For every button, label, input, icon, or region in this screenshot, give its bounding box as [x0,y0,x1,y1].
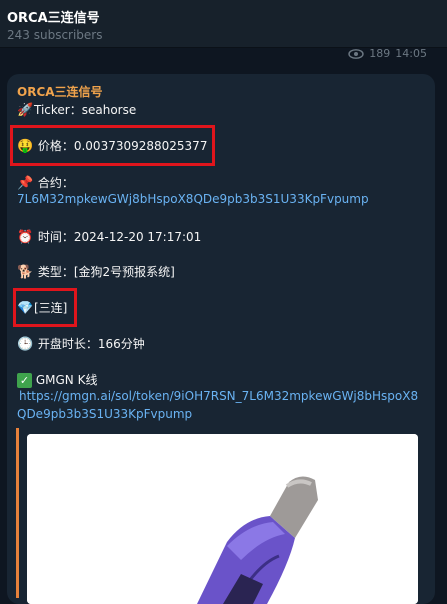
type-label: 类型： [37,265,74,279]
eye-icon [348,48,364,59]
time-value: 2024-12-20 17:17:01 [73,230,202,244]
view-count: 189 [369,47,391,60]
gmgn-link-line2[interactable]: QDe9pb3b3S1U33KpFvpump [17,407,192,421]
previous-message-meta: 189 14:05 [348,47,427,60]
gmgn-line: ✓ GMGN K线 [17,371,97,388]
type-line: 🐕 类型：[金狗2号预报系统] [17,263,175,280]
time-label: 时间： [37,230,74,244]
seahorse-token-image [27,434,418,604]
duration-value: 166分钟 [97,337,145,351]
dog-icon: 🐕 [17,265,34,280]
sender-name[interactable]: ORCA三连信号 [17,83,103,100]
tier-highlight-box [13,288,77,327]
gmgn-link-line1[interactable]: https://gmgn.ai/sol/token/9iOH7RSN_7L6M3… [19,389,418,403]
ticker-text: Ticker：seahorse [34,103,137,117]
subscriber-count: 243 subscribers [7,28,103,42]
gmgn-label: GMGN K线 [35,373,98,387]
contract-address-link[interactable]: 7L6M32mpkewGWj8bHspoX8QDe9pb3b3S1U33KpFv… [17,192,369,206]
link-preview-accent-bar [16,428,19,598]
clock-icon: 🕒 [17,337,34,352]
rocket-icon: 🚀 [17,103,34,118]
check-mark-icon: ✓ [17,373,32,388]
message-time: 14:05 [395,47,427,60]
ticker-line: 🚀Ticker：seahorse [17,101,136,118]
channel-header[interactable]: ORCA三连信号 243 subscribers [0,0,447,48]
duration-line: 🕒 开盘时长：166分钟 [17,335,145,352]
contract-label-line: 📌 合约： [17,174,74,191]
alarm-clock-icon: ⏰ [17,230,34,245]
channel-title[interactable]: ORCA三连信号 [7,7,100,26]
contract-label: 合约： [37,176,74,190]
pushpin-icon: 📌 [17,176,34,191]
link-preview-image[interactable] [27,434,418,604]
price-highlight-box [10,125,215,166]
duration-label: 开盘时长： [37,337,98,351]
type-value: [金狗2号预报系统] [73,265,175,279]
time-line: ⏰ 时间：2024-12-20 17:17:01 [17,228,201,245]
